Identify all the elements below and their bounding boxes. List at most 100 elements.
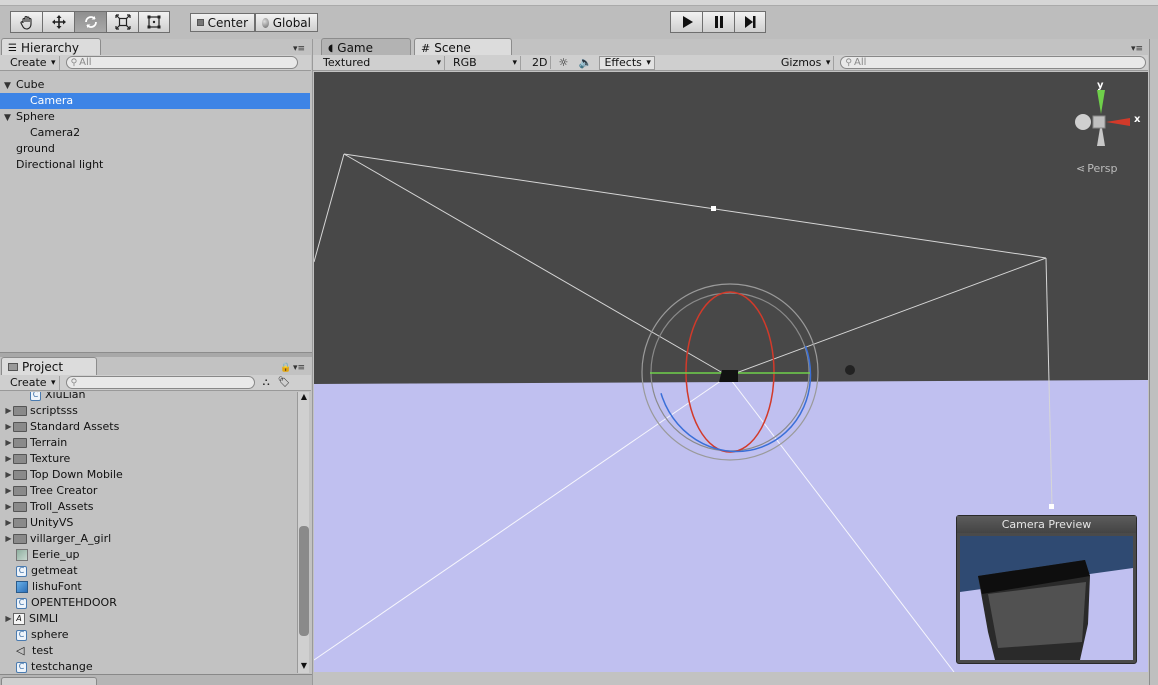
list-item[interactable]: C OPENTEHDOOR [0, 595, 296, 611]
list-item[interactable]: ▶ Troll_Assets [0, 499, 296, 515]
draw-mode-dropdown[interactable]: Textured [319, 55, 445, 70]
rotate-tool-button[interactable] [74, 11, 107, 33]
panel-menu-icon[interactable]: ▾≡ [1131, 44, 1143, 54]
hierarchy-item-label: Camera [30, 94, 74, 107]
panel-menu-icon[interactable]: ▾≡ [293, 363, 305, 373]
expand-arrow-icon[interactable]: ▶ [4, 467, 13, 483]
scroll-down-icon[interactable]: ▼ [299, 661, 309, 673]
list-item-label: sphere [31, 628, 69, 641]
list-item[interactable]: C XiuLian [0, 392, 296, 403]
step-button[interactable] [734, 11, 766, 33]
filter-type-icon[interactable]: ⛬ [263, 377, 270, 388]
project-search-input[interactable]: ⚲ [65, 376, 255, 389]
space-label: Global [272, 15, 311, 30]
tab-project[interactable]: Project [1, 357, 97, 376]
mode-2d-button[interactable]: 2D [529, 56, 552, 69]
lock-icon[interactable]: 🔒 [280, 363, 291, 373]
projection-toggle[interactable]: ⋖ Persp [1076, 162, 1117, 175]
expand-arrow-icon[interactable]: ▶ [4, 451, 13, 467]
list-item[interactable]: ▶ Top Down Mobile [0, 467, 296, 483]
scrollbar-thumb[interactable] [299, 526, 309, 636]
hand-icon [19, 15, 32, 30]
folder-icon [13, 534, 27, 544]
hierarchy-item-directional-light[interactable]: Directional light [0, 157, 310, 173]
search-icon: ⚲ [70, 57, 78, 68]
list-item[interactable]: Cgetmeat [0, 563, 296, 579]
folder-icon [13, 518, 27, 528]
expand-arrow-icon[interactable]: ▼ [4, 78, 14, 94]
project-scrollbar[interactable]: ▲ ▼ [297, 392, 309, 673]
list-item[interactable]: ◁ test [0, 643, 296, 659]
tab-console[interactable] [1, 677, 97, 685]
expand-arrow-icon[interactable]: ▼ [4, 110, 14, 126]
expand-arrow-icon[interactable]: ▶ [4, 611, 13, 627]
project-create-dropdown[interactable]: Create [6, 375, 60, 390]
list-item[interactable]: lishuFont [0, 579, 296, 595]
scale-tool-button[interactable] [106, 11, 139, 33]
expand-arrow-icon[interactable]: ▶ [4, 531, 13, 547]
hand-tool-button[interactable] [10, 11, 43, 33]
speaker-icon: 🔈 [578, 56, 593, 69]
move-arrows-icon [51, 15, 66, 29]
hierarchy-item-ground[interactable]: ground [0, 141, 310, 157]
space-global-toggle[interactable]: Global [255, 13, 318, 32]
perspective-icon: ⋖ [1076, 162, 1086, 175]
search-placeholder: All [853, 57, 867, 68]
lighting-toggle[interactable]: ☼ [555, 56, 571, 69]
list-item[interactable]: ▶ scriptsss [0, 403, 296, 419]
frustum-handle[interactable] [711, 206, 716, 211]
expand-arrow-icon[interactable]: ▶ [4, 515, 13, 531]
draw-mode-label: Textured [323, 56, 371, 69]
font-asset-icon [16, 581, 28, 593]
gizmos-label: Gizmos [780, 56, 822, 69]
expand-arrow-icon[interactable]: ▶ [4, 435, 13, 451]
list-item[interactable]: ▶ Tree Creator [0, 483, 296, 499]
gizmo-y-label: y [1097, 80, 1104, 91]
list-item[interactable]: ▶ A SIMLI [0, 611, 296, 627]
filter-label-icon[interactable]: 🏷 [278, 377, 291, 388]
camera-object[interactable] [719, 370, 738, 382]
inspector-edge [1149, 39, 1158, 685]
list-item[interactable]: ▶ Texture [0, 451, 296, 467]
rect-tool-button[interactable] [138, 11, 170, 33]
hierarchy-tab-label: Hierarchy [20, 41, 79, 55]
list-item-label: Eerie_up [32, 548, 80, 561]
hierarchy-search-input[interactable]: ⚲ All [65, 56, 298, 69]
pause-button[interactable] [702, 11, 735, 33]
scroll-up-icon[interactable]: ▲ [299, 392, 309, 404]
hierarchy-item-camera2[interactable]: Camera2 [0, 125, 310, 141]
expand-arrow-icon[interactable]: ▶ [4, 483, 13, 499]
scene-search-input[interactable]: ⚲ All [840, 56, 1147, 69]
list-item[interactable]: ▶ villarger_A_girl [0, 531, 296, 547]
hierarchy-create-dropdown[interactable]: Create [6, 55, 60, 70]
render-mode-dropdown[interactable]: RGB [449, 55, 521, 70]
play-button[interactable] [670, 11, 703, 33]
game-tab-label: Game [337, 41, 374, 55]
list-item[interactable]: Ctestchange [0, 659, 296, 674]
expand-arrow-icon[interactable]: ▶ [4, 403, 13, 419]
panel-menu-icon[interactable]: ▾≡ [293, 44, 305, 54]
expand-arrow-icon[interactable]: ▶ [4, 499, 13, 515]
gizmos-dropdown[interactable]: Gizmos [777, 55, 835, 70]
orientation-gizmo[interactable]: y x [1070, 80, 1140, 160]
folder-icon [13, 486, 27, 496]
frustum-handle[interactable] [1049, 504, 1054, 509]
list-item[interactable]: Csphere [0, 627, 296, 643]
move-tool-button[interactable] [42, 11, 75, 33]
list-item[interactable]: ▶ Standard Assets [0, 419, 296, 435]
effects-label: Effects [604, 56, 642, 69]
pivot-center-toggle[interactable]: Center [190, 13, 255, 32]
hierarchy-item-sphere[interactable]: ▼ Sphere [0, 109, 310, 125]
hierarchy-item-cube[interactable]: ▼ Cube [0, 77, 310, 93]
gizmo-x-label: x [1134, 114, 1141, 125]
hierarchy-item-camera[interactable]: Camera [0, 93, 310, 109]
sphere-object[interactable] [845, 365, 855, 375]
create-label: Create [10, 376, 47, 389]
effects-dropdown[interactable]: Effects [599, 55, 655, 70]
expand-arrow-icon[interactable]: ▶ [4, 419, 13, 435]
scene-viewport[interactable]: y x ⋖ Persp Camera Preview [314, 72, 1148, 672]
list-item[interactable]: ▶ UnityVS [0, 515, 296, 531]
audio-toggle[interactable]: 🔈 [577, 56, 593, 69]
list-item[interactable]: Eerie_up [0, 547, 296, 563]
list-item[interactable]: ▶ Terrain [0, 435, 296, 451]
